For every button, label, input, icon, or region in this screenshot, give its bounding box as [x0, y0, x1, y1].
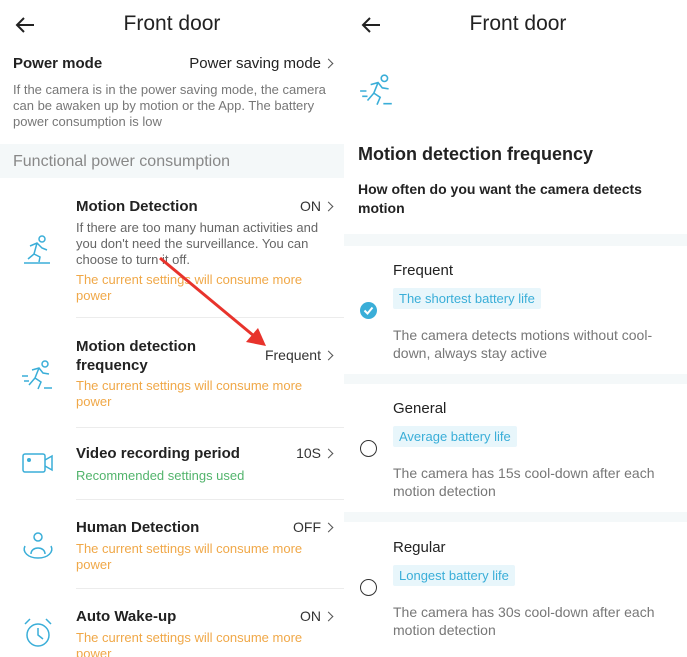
question-text: How often do you want the camera detects… [358, 181, 642, 216]
option-frequent[interactable]: Frequent The shortest battery life The c… [344, 246, 687, 374]
setting-human-detection[interactable]: Human Detection OFF The current settings… [0, 512, 344, 587]
left-screen: Front door Power mode Power saving mode … [0, 0, 344, 657]
setting-title: Motion detection frequency [76, 338, 196, 374]
setting-note: The current settings will consume more p… [76, 630, 303, 657]
setting-title: Motion Detection [76, 198, 198, 215]
setting-value: OFF [293, 519, 334, 535]
power-mode-row[interactable]: Power mode Power saving mode [13, 55, 334, 77]
chevron-right-icon [323, 201, 334, 212]
page-title: Front door [469, 12, 567, 35]
running-person-icon [24, 235, 50, 264]
separator-band [344, 512, 687, 522]
chevron-right-icon [323, 522, 334, 533]
option-label: General [393, 400, 447, 417]
chevron-right-icon [323, 350, 334, 361]
battery-tag: Average battery life [393, 426, 517, 447]
separator-band [344, 234, 687, 246]
radio-unchecked-icon[interactable] [360, 579, 377, 596]
setting-value: ON [300, 608, 334, 624]
divider [76, 588, 344, 589]
setting-value: Frequent [265, 347, 334, 363]
page-title: Front door [123, 12, 221, 35]
option-label: Regular [393, 539, 446, 556]
radio-unchecked-icon[interactable] [360, 440, 377, 457]
divider [76, 317, 344, 318]
setting-title: Auto Wake-up [76, 608, 177, 625]
option-general[interactable]: General Average battery life The camera … [344, 384, 687, 512]
setting-value: ON [300, 198, 334, 214]
setting-note: The current settings will consume more p… [76, 541, 303, 572]
chevron-right-icon [323, 58, 334, 69]
chevron-right-icon [323, 448, 334, 459]
setting-note: The current settings will consume more p… [76, 378, 303, 409]
setting-motion-frequency[interactable]: Motion detection frequency Frequent The … [0, 330, 344, 425]
section-heading: Motion detection frequency [358, 144, 594, 164]
sprinting-person-icon [360, 74, 392, 106]
video-camera-icon [22, 453, 53, 473]
setting-description: If there are too many human activities a… [76, 220, 319, 267]
option-description: The camera has 30s cool-down after each … [393, 604, 655, 638]
sprinting-person-icon [22, 360, 52, 390]
setting-video-period[interactable]: Video recording period 10S Recommended s… [0, 438, 344, 498]
section-header: Functional power consumption [0, 144, 344, 178]
person-detect-icon [23, 532, 53, 559]
option-label: Frequent [393, 262, 454, 279]
alarm-clock-icon [24, 618, 52, 647]
setting-title: Human Detection [76, 519, 200, 536]
back-arrow-icon[interactable] [358, 12, 384, 38]
setting-title: Video recording period [76, 445, 240, 462]
separator-band [344, 374, 687, 384]
back-arrow-icon[interactable] [12, 12, 38, 38]
power-mode-value: Power saving mode [189, 55, 334, 72]
chevron-right-icon [323, 611, 334, 622]
divider [76, 427, 344, 428]
right-screen: Front door Motion detection frequency Ho… [344, 0, 687, 657]
section-title: Functional power consumption [13, 153, 231, 170]
setting-auto-wakeup[interactable]: Auto Wake-up ON The current settings wil… [0, 601, 344, 657]
option-description: The camera detects motions without cool-… [393, 327, 653, 361]
radio-checked-icon[interactable] [360, 302, 377, 319]
setting-value: 10S [296, 445, 334, 461]
option-regular[interactable]: Regular Longest battery life The camera … [344, 522, 687, 650]
power-mode-description: If the camera is in the power saving mod… [13, 82, 326, 129]
setting-note: The current settings will consume more p… [76, 272, 303, 303]
setting-note: Recommended settings used [76, 468, 245, 483]
battery-tag: Longest battery life [393, 565, 515, 586]
power-mode-label: Power mode [13, 55, 103, 72]
divider [76, 499, 344, 500]
battery-tag: The shortest battery life [393, 288, 541, 309]
setting-motion-detection[interactable]: Motion Detection ON If there are too man… [0, 190, 344, 315]
option-description: The camera has 15s cool-down after each … [393, 465, 655, 499]
